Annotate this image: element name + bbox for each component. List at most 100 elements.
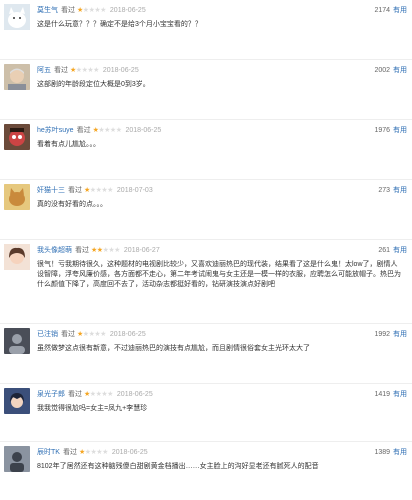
rating-stars: ★★★★★ <box>93 127 122 134</box>
review-item: 我头像超萌 看过 ★★★★★ 2018-06-27 261 有用 很气！亏我期待很久，… <box>0 240 412 324</box>
review-item: 辰时TK 看过 ★★★★★ 2018-06-25 1389 有用 8102年了居然还有… <box>0 442 412 500</box>
review-text: 很气！亏我期待很久，这种题材的电视剧比较少，又喜欢迪丽热巴的现代装，结果看了这是… <box>37 261 401 288</box>
star-icon: ★ <box>100 331 106 338</box>
rating-stars: ★★★★★ <box>84 391 113 398</box>
vote-count: 1389 <box>374 449 391 456</box>
review-text: 看着有点儿尴尬。。。 <box>37 141 100 148</box>
user-avatar[interactable] <box>4 328 30 354</box>
user-avatar[interactable] <box>4 64 30 90</box>
useful-button[interactable]: 有用 <box>393 391 407 398</box>
review-item: 阿五 看过 ★★★★★ 2018-06-25 2002 有用 这部剧的年龄段定位大概是… <box>0 60 412 120</box>
username-link[interactable]: 辰时TK <box>37 449 60 456</box>
silhouette-avatar-icon <box>4 446 30 472</box>
useful-button[interactable]: 有用 <box>393 331 407 338</box>
vote-count: 1419 <box>374 391 391 398</box>
useful-vote: 1389 有用 <box>374 448 407 458</box>
username-link[interactable]: 已注销 <box>37 331 58 338</box>
useful-button[interactable]: 有用 <box>393 247 407 254</box>
username-link[interactable]: 泉光子郎 <box>37 391 65 398</box>
watch-status: 看过 <box>62 449 77 456</box>
useful-button[interactable]: 有用 <box>393 67 407 74</box>
useful-vote: 1976 有用 <box>374 126 407 136</box>
review-meta: 我头像超萌 看过 ★★★★★ 2018-06-27 <box>37 246 408 256</box>
watch-status: 看过 <box>61 331 75 338</box>
review-date: 2018-06-25 <box>102 67 139 74</box>
username-link[interactable]: 我头像超萌 <box>37 247 72 254</box>
useful-vote: 1992 有用 <box>374 330 407 340</box>
anime-avatar-icon <box>4 388 30 414</box>
useful-vote: 273 有用 <box>378 186 407 196</box>
watch-status: 看过 <box>61 7 75 14</box>
user-avatar[interactable] <box>4 124 30 150</box>
star-icon: ★ <box>93 67 99 74</box>
user-avatar[interactable] <box>4 446 30 472</box>
review-date: 2018-06-25 <box>125 127 162 134</box>
useful-button[interactable]: 有用 <box>393 187 407 194</box>
cartoon-avatar-icon <box>4 124 30 150</box>
deactivated-avatar-icon <box>4 328 30 354</box>
review-meta: 辰时TK 看过 ★★★★★ 2018-06-25 <box>37 448 408 458</box>
review-date: 2018-07-03 <box>116 187 153 194</box>
username-link[interactable]: he苏叶suye <box>37 127 74 134</box>
useful-vote: 1419 有用 <box>374 390 407 400</box>
review-item: 莫生气 看过 ★★★★★ 2018-06-25 2174 有用 这是什么玩意？？？确定… <box>0 0 412 60</box>
review-meta: 莫生气 看过 ★★★★★ 2018-06-25 <box>37 6 408 16</box>
review-date: 2018-06-25 <box>109 331 146 338</box>
rating-stars: ★★★★★ <box>77 7 106 14</box>
star-icon: ★ <box>107 391 113 398</box>
review-meta: 泉光子郎 看过 ★★★★★ 2018-06-25 <box>37 390 408 400</box>
username-link[interactable]: 奸猫十三 <box>37 187 65 194</box>
vote-count: 273 <box>378 187 391 194</box>
man-avatar-icon <box>4 64 30 90</box>
rating-stars: ★★★★★ <box>79 449 108 456</box>
useful-vote: 2002 有用 <box>374 66 407 76</box>
review-date: 2018-06-25 <box>109 7 146 14</box>
star-icon: ★ <box>114 247 120 254</box>
user-avatar[interactable] <box>4 244 30 270</box>
review-date: 2018-06-25 <box>116 391 153 398</box>
user-avatar[interactable] <box>4 4 30 30</box>
user-avatar[interactable] <box>4 388 30 414</box>
review-date: 2018-06-25 <box>111 449 148 456</box>
review-text: 我我觉得很尬吗=女主=凤九+李慧珍 <box>37 405 148 412</box>
rating-stars: ★★★★★ <box>77 331 106 338</box>
watch-status: 看过 <box>68 187 82 194</box>
star-icon: ★ <box>102 449 108 456</box>
review-text: 虽然做梦这点很有新意，不过迪丽热巴的演技有点尴尬，而且剧情很俗套女主光环太大了 <box>37 345 310 352</box>
review-text: 这部剧的年龄段定位大概是0到3岁。 <box>37 81 150 88</box>
watch-status: 看过 <box>68 391 82 398</box>
star-icon: ★ <box>115 127 122 134</box>
useful-button[interactable]: 有用 <box>393 449 407 456</box>
vote-count: 261 <box>378 247 391 254</box>
girl-avatar-icon <box>4 244 30 270</box>
watch-status: 看过 <box>76 127 91 134</box>
review-meta: 奸猫十三 看过 ★★★★★ 2018-07-03 <box>37 186 408 196</box>
star-icon: ★ <box>107 187 113 194</box>
review-date: 2018-06-27 <box>123 247 160 254</box>
useful-vote: 261 有用 <box>378 246 407 256</box>
rating-stars: ★★★★★ <box>70 67 99 74</box>
review-text: 这是什么玩意？？？确定不是给3个月小宝宝看的？？ <box>37 21 202 28</box>
review-meta: 已注销 看过 ★★★★★ 2018-06-25 <box>37 330 408 340</box>
rating-stars: ★★★★★ <box>91 247 120 254</box>
watch-status: 看过 <box>75 247 89 254</box>
cat-avatar-icon <box>4 184 30 210</box>
username-link[interactable]: 阿五 <box>37 67 51 74</box>
useful-vote: 2174 有用 <box>374 6 407 16</box>
vote-count: 2002 <box>374 67 391 74</box>
vote-count: 2174 <box>374 7 391 14</box>
review-item: he苏叶suye 看过 ★★★★★ 2018-06-25 1976 有用 看着有点儿尴… <box>0 120 412 180</box>
star-icon: ★ <box>100 7 106 14</box>
review-text: 真的没有好看的点。。。 <box>37 201 107 208</box>
user-avatar[interactable] <box>4 184 30 210</box>
review-item: 已注销 看过 ★★★★★ 2018-06-25 1992 有用 虽然做梦这点很有新意，… <box>0 324 412 384</box>
vote-count: 1976 <box>374 127 391 134</box>
useful-button[interactable]: 有用 <box>393 127 407 134</box>
white-cat-avatar-icon <box>4 4 30 30</box>
watch-status: 看过 <box>54 67 68 74</box>
review-text: 8102年了居然还有这种脑残傻白甜剧黄金档播出……女主脸上的沟好显老还有腻死人的… <box>37 463 319 470</box>
vote-count: 1992 <box>374 331 391 338</box>
username-link[interactable]: 莫生气 <box>37 7 58 14</box>
useful-button[interactable]: 有用 <box>393 7 407 14</box>
review-item: 泉光子郎 看过 ★★★★★ 2018-06-25 1419 有用 我我觉得很尬吗=女主… <box>0 384 412 442</box>
